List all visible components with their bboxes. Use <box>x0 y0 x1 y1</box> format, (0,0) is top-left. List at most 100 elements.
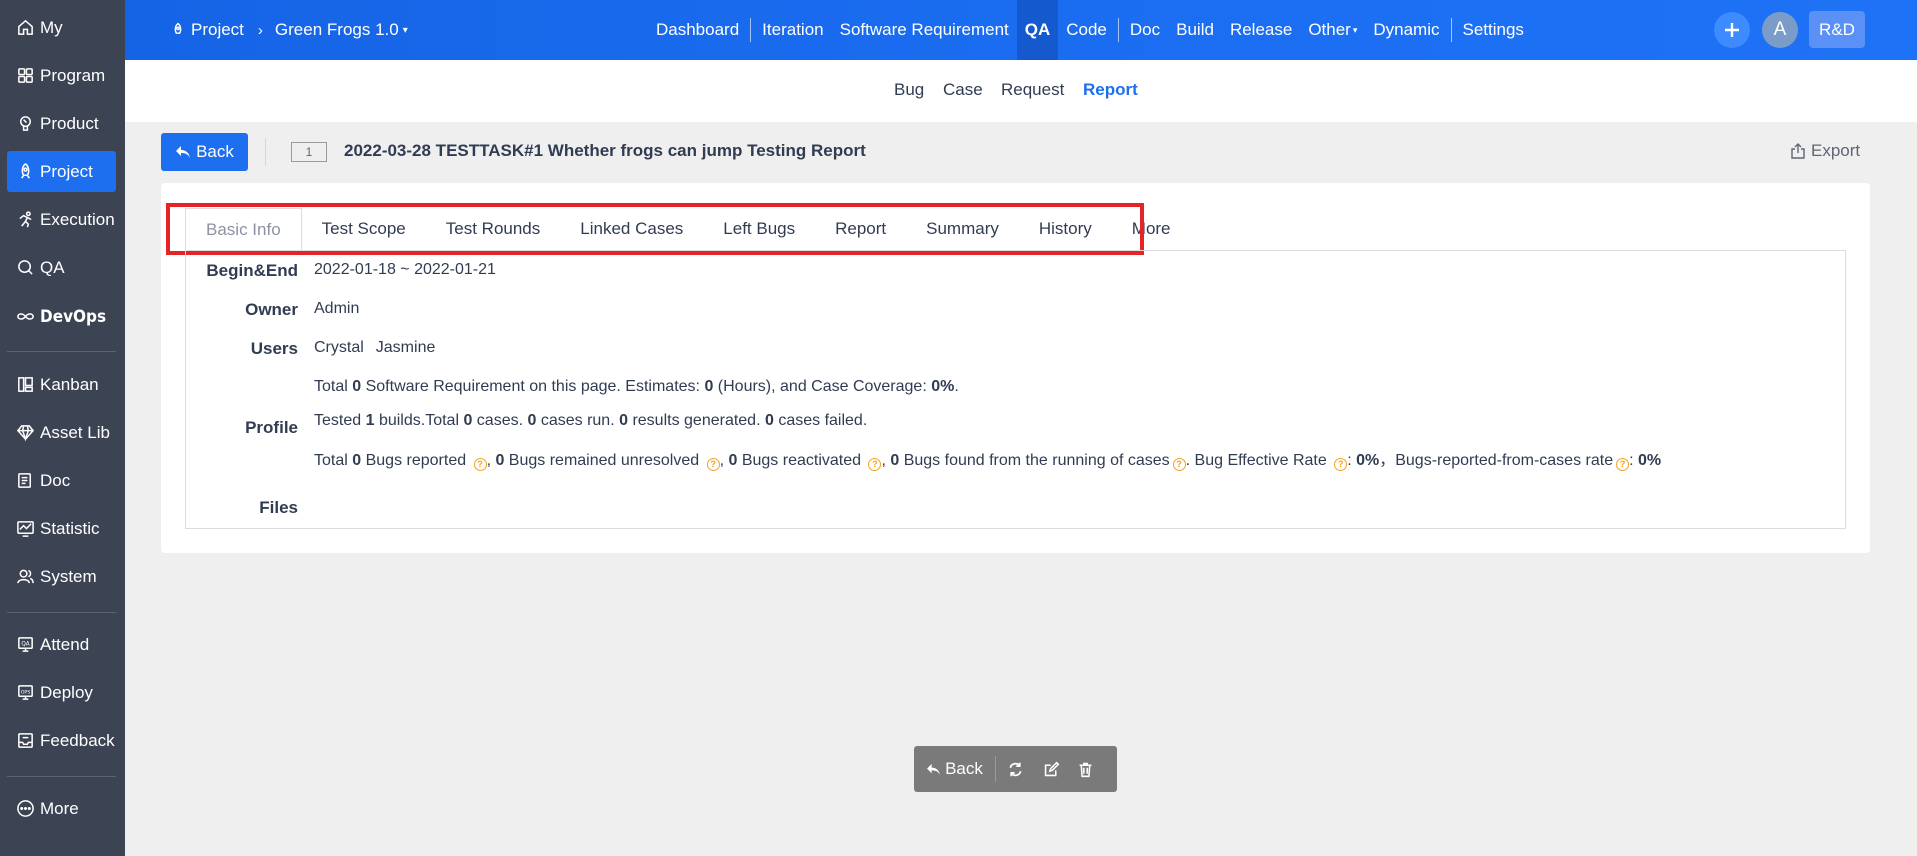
text: cases failed. <box>773 412 868 429</box>
sidebar-item-kanban[interactable]: Kanban <box>7 364 116 405</box>
sidebar-item-my[interactable]: My <box>7 7 116 48</box>
action-back-label: Back <box>945 759 983 778</box>
sidebar-item-label: Product <box>40 113 99 133</box>
role-switch-button[interactable]: R&D <box>1809 11 1865 48</box>
help-icon[interactable]: ? <box>1334 458 1348 471</box>
sidebar-item-attend[interactable]: QA Attend <box>7 624 116 665</box>
help-icon[interactable]: ? <box>473 458 487 471</box>
sidebar-item-label: Kanban <box>40 374 99 394</box>
sidebar-item-label: Feedback <box>40 730 115 750</box>
nav-other[interactable]: Other ▾ <box>1300 0 1365 60</box>
undo-icon <box>175 145 191 159</box>
chevron-down-icon: ▾ <box>1352 24 1358 35</box>
sidebar-item-project[interactable]: Project <box>7 151 116 192</box>
sidebar-item-label: Doc <box>40 470 71 490</box>
page-title: 2022-03-28 TESTTASK#1 Whether frogs can … <box>344 141 866 160</box>
sidebar-item-label: Statistic <box>40 518 100 538</box>
sidebar-item-label: Program <box>40 65 106 85</box>
sidebar-item-product[interactable]: Product <box>7 103 116 144</box>
sidebar-item-program[interactable]: Program <box>7 55 116 96</box>
action-back-button[interactable]: Back <box>914 746 995 792</box>
nav-software-requirement[interactable]: Software Requirement <box>832 0 1017 60</box>
user-name: Jasmine <box>375 339 436 356</box>
subnav-case[interactable]: Case <box>943 80 983 100</box>
number: 0 <box>704 378 714 395</box>
svg-text:QA: QA <box>21 641 29 647</box>
sidebar-item-more[interactable]: More <box>7 788 116 829</box>
plus-icon[interactable] <box>1714 12 1750 48</box>
users-label: Users <box>250 339 298 358</box>
main-nav: Dashboard Iteration Software Requirement… <box>648 0 1532 60</box>
chevron-down-icon[interactable]: ▾ <box>403 25 408 36</box>
text: Total <box>314 452 353 469</box>
owner-label: Owner <box>245 300 298 319</box>
sidebar-item-system[interactable]: System <box>7 556 116 597</box>
users-value: Crystal Jasmine <box>314 339 435 357</box>
help-icon[interactable]: ? <box>1616 458 1630 471</box>
magnifier-icon <box>15 258 35 278</box>
breadcrumb-root[interactable]: Project <box>191 20 244 40</box>
subnav-bug[interactable]: Bug <box>894 80 924 100</box>
nav-iteration[interactable]: Iteration <box>754 0 831 60</box>
nav-divider <box>1450 18 1452 42</box>
sidebar-item-doc[interactable]: Doc <box>7 460 116 501</box>
export-label: Export <box>1811 141 1861 160</box>
sidebar-divider <box>7 351 116 352</box>
text: (Hours), and Case Coverage: <box>713 378 932 395</box>
files-label: Files <box>259 498 298 517</box>
export-button[interactable]: Export <box>1790 141 1860 161</box>
sidebar-item-label: Project <box>40 161 93 181</box>
sidebar-item-qa[interactable]: QA <box>7 247 116 288</box>
nav-code[interactable]: Code <box>1058 0 1115 60</box>
help-icon[interactable]: ? <box>868 458 882 471</box>
trash-icon[interactable] <box>1068 746 1102 792</box>
sidebar-item-asset-lib[interactable]: Asset Lib <box>7 412 116 453</box>
breadcrumb-project[interactable]: Green Frogs 1.0 <box>275 20 399 40</box>
nav-doc[interactable]: Doc <box>1122 0 1168 60</box>
edit-icon[interactable] <box>1034 746 1068 792</box>
avatar-letter: A <box>1773 19 1787 40</box>
sidebar-item-execution[interactable]: Execution <box>7 199 116 240</box>
sidebar-item-deploy[interactable]: OPS Deploy <box>7 672 116 713</box>
refresh-icon[interactable] <box>996 746 1034 792</box>
svg-text:OPS: OPS <box>20 689 30 695</box>
sidebar-item-statistic[interactable]: Statistic <box>7 508 116 549</box>
nav-dynamic[interactable]: Dynamic <box>1365 0 1447 60</box>
help-icon[interactable]: ? <box>706 458 720 471</box>
help-icon[interactable]: ? <box>1172 458 1186 471</box>
export-icon <box>1790 143 1806 159</box>
sidebar-item-label: Attend <box>40 634 90 654</box>
sidebar-item-devops[interactable]: DevOps <box>7 296 116 337</box>
back-label: Back <box>196 142 234 161</box>
breadcrumb: Project › Green Frogs 1.0 ▾ <box>170 0 408 60</box>
inbox-icon <box>15 731 35 751</box>
avatar[interactable]: A <box>1762 12 1798 48</box>
doc-icon <box>15 471 35 491</box>
subnav-request[interactable]: Request <box>1001 80 1064 100</box>
nav-divider <box>1117 18 1119 42</box>
profile-line-1: Total 0 Software Requirement on this pag… <box>314 378 959 396</box>
text: Bugs reported <box>361 452 471 469</box>
nav-qa[interactable]: QA <box>1016 0 1059 60</box>
sidebar-item-label: Execution <box>40 209 115 229</box>
sidebar-divider <box>7 776 116 777</box>
subnav-report[interactable]: Report <box>1083 80 1138 100</box>
sidebar: My Program Product Project Execution QA … <box>0 0 125 856</box>
id-badge: 1 <box>291 142 327 162</box>
sidebar-item-feedback[interactable]: Feedback <box>7 720 116 761</box>
tab-bar-highlight <box>166 203 1144 255</box>
back-button[interactable]: Back <box>161 133 248 171</box>
number: 0% <box>1356 452 1380 469</box>
nav-build[interactable]: Build <box>1168 0 1222 60</box>
nav-dashboard[interactable]: Dashboard <box>648 0 747 60</box>
kanban-icon <box>15 375 35 395</box>
chevron-right-icon: › <box>257 21 263 39</box>
more-icon <box>15 799 35 819</box>
nav-release[interactable]: Release <box>1222 0 1300 60</box>
user-name: Crystal <box>314 339 364 356</box>
undo-icon <box>926 763 941 776</box>
nav-settings[interactable]: Settings <box>1455 0 1532 60</box>
nav-other-label: Other <box>1308 20 1351 39</box>
number: 0 <box>619 412 628 429</box>
text: cases. <box>472 412 528 429</box>
